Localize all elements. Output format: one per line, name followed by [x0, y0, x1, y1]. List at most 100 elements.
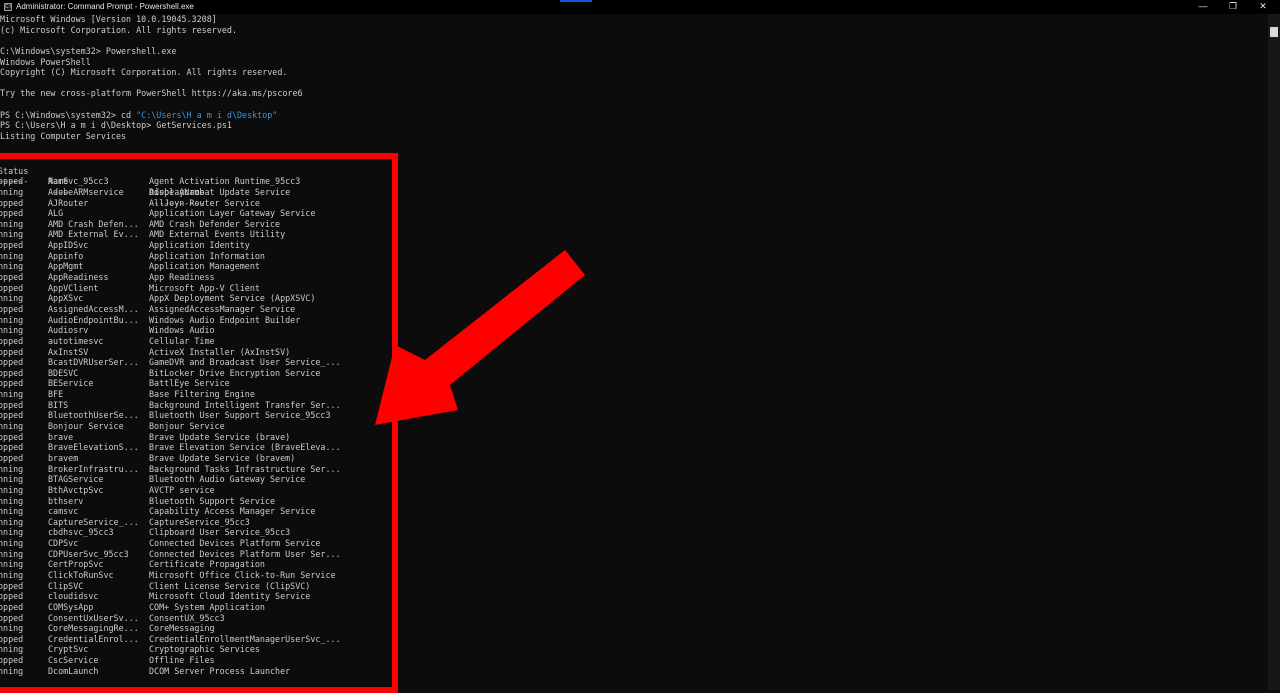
service-name: AppIDSvc — [48, 240, 89, 251]
minimize-button[interactable]: — — [1186, 0, 1220, 14]
service-status: opped — [0, 272, 24, 283]
service-display-name: Clipboard User Service_95cc3 — [149, 527, 291, 538]
service-status: nning — [0, 229, 24, 240]
service-row: nning AppMgmt Application Management — [0, 261, 380, 272]
service-row: opped AppReadiness App Readiness — [0, 272, 380, 283]
service-row: opped autotimesvc Cellular Time — [0, 336, 380, 347]
service-name: AppMgmt — [48, 261, 84, 272]
service-name: BrokerInfrastru... — [48, 463, 139, 474]
service-display-name: AMD External Events Utility — [149, 229, 286, 240]
service-status: nning — [0, 527, 24, 538]
console-line: C:\Windows\system32> Powershell.exe — [0, 45, 177, 56]
scrollbar-thumb[interactable] — [1270, 27, 1278, 37]
service-row: opped BDESVC BitLocker Drive Encryption Se… — [0, 368, 380, 379]
service-name: cloudidsvc — [48, 591, 99, 602]
service-display-name: Client License Service (ClipSVC) — [149, 580, 311, 591]
service-name: AppVClient — [48, 282, 99, 293]
service-status: opped — [0, 346, 24, 357]
console-line: Windows PowerShell — [0, 56, 91, 67]
service-row: nning CDPSvc Connected Devices Platform Se… — [0, 538, 380, 549]
service-row: opped CredentialEnrol... CredentialEnrollm… — [0, 634, 380, 645]
service-row: nning ClickToRunSvc Microsoft Office Click… — [0, 570, 380, 581]
service-display-name: Certificate Propagation — [149, 559, 265, 570]
service-row: opped BraveElevationS... Brave Elevation S… — [0, 442, 380, 453]
title-bar[interactable]: C:\ Administrator: Command Prompt - Powe… — [0, 0, 1280, 14]
service-row: opped ClipSVC Client License Service (Clip… — [0, 581, 380, 592]
service-status: opped — [0, 580, 24, 591]
restore-button[interactable]: ❐ — [1216, 0, 1250, 14]
service-display-name: BitLocker Drive Encryption Service — [149, 367, 321, 378]
service-name: autotimesvc — [48, 335, 104, 346]
service-status: nning — [0, 516, 24, 527]
service-name: BraveElevationS... — [48, 442, 139, 453]
service-status: nning — [0, 495, 24, 506]
vertical-scrollbar[interactable] — [1268, 14, 1280, 690]
cd-prompt: PS C:\Windows\system32> cd — [0, 109, 137, 120]
service-status: opped — [0, 410, 24, 421]
service-name: camsvc — [48, 506, 79, 517]
service-row: nning cbdhsvc_95cc3 Clipboard User Service… — [0, 527, 380, 538]
service-display-name: Application Management — [149, 261, 260, 272]
service-name: CscService — [48, 655, 99, 666]
service-row: nning CertPropSvc Certificate Propagation — [0, 559, 380, 570]
service-name: BluetoothUserSe... — [48, 410, 139, 421]
service-display-name: Offline Files — [149, 655, 215, 666]
service-display-name: Bluetooth Audio Gateway Service — [149, 474, 306, 485]
service-row: opped AarSvc_95cc3 Agent Activation Runtim… — [0, 176, 380, 187]
service-status: nning — [0, 538, 24, 549]
service-display-name: Background Intelligent Transfer Ser... — [149, 399, 341, 410]
service-name: BITS — [48, 399, 69, 410]
service-status: opped — [0, 176, 24, 187]
service-row: nning AppXSvc AppX Deployment Service (App… — [0, 293, 380, 304]
service-row: opped COMSysApp COM+ System Application — [0, 602, 380, 613]
service-row: nning CoreMessagingRe... CoreMessaging — [0, 623, 380, 634]
service-status: nning — [0, 665, 24, 676]
service-display-name: Capability Access Manager Service — [149, 506, 316, 517]
service-status: opped — [0, 357, 24, 368]
service-display-name: COM+ System Application — [149, 601, 265, 612]
service-row: opped BEService BattlEye Service — [0, 378, 380, 389]
cmd-app-icon[interactable]: C:\ — [4, 3, 12, 11]
service-status: opped — [0, 282, 24, 293]
service-row: opped AJRouter AllJoyn Router Service — [0, 198, 380, 209]
console-line: (c) Microsoft Corporation. All rights re… — [0, 24, 237, 35]
service-status: opped — [0, 303, 24, 314]
close-button[interactable]: ✕ — [1246, 0, 1280, 14]
service-name: BDESVC — [48, 367, 79, 378]
console-line: PS C:\Users\H a m i d\Desktop> GetServic… — [0, 120, 232, 131]
service-display-name: AllJoyn Router Service — [149, 197, 260, 208]
title-accent-line — [560, 0, 592, 2]
service-display-name: ActiveX Installer (AxInstSV) — [149, 346, 291, 357]
cd-path-argument: "C:\Users\H a m i d\Desktop" — [136, 109, 278, 120]
service-row: nning AMD Crash Defen... AMD Crash Defende… — [0, 219, 380, 230]
service-display-name: CaptureService_95cc3 — [149, 516, 250, 527]
service-name: ClickToRunSvc — [48, 569, 114, 580]
service-display-name: AppX Deployment Service (AppXSVC) — [149, 293, 316, 304]
service-display-name: Brave Elevation Service (BraveEleva... — [149, 442, 341, 453]
service-display-name: Adobe Acrobat Update Service — [149, 186, 291, 197]
service-status: opped — [0, 601, 24, 612]
service-name: AdobeARMservice — [48, 186, 124, 197]
service-row: nning camsvc Capability Access Manager Ser… — [0, 506, 380, 517]
service-name: BFE — [48, 389, 64, 400]
service-name: bravem — [48, 452, 79, 463]
service-name: Bonjour Service — [48, 421, 124, 432]
service-name: CredentialEnrol... — [48, 633, 139, 644]
service-name: CDPUserSvc_95cc3 — [48, 548, 129, 559]
service-name: AppReadiness — [48, 272, 109, 283]
console-line-cd-command: PS C:\Windows\system32> cd "C:\Users\H a… — [0, 110, 1268, 121]
service-display-name: Microsoft App-V Client — [149, 282, 260, 293]
service-name: CaptureService_... — [48, 516, 139, 527]
service-row: opped BITS Background Intelligent Transfer… — [0, 400, 380, 411]
service-status: nning — [0, 325, 24, 336]
service-display-name: CoreMessaging — [149, 623, 215, 634]
service-display-name: AMD Crash Defender Service — [149, 218, 281, 229]
window-title: Administrator: Command Prompt - Powershe… — [16, 2, 194, 11]
service-name: BTAGService — [48, 474, 104, 485]
service-status: opped — [0, 442, 24, 453]
console-output[interactable]: Microsoft Windows [Version 10.0.19045.32… — [0, 14, 1268, 690]
service-row: nning Bonjour Service Bonjour Service — [0, 421, 380, 432]
